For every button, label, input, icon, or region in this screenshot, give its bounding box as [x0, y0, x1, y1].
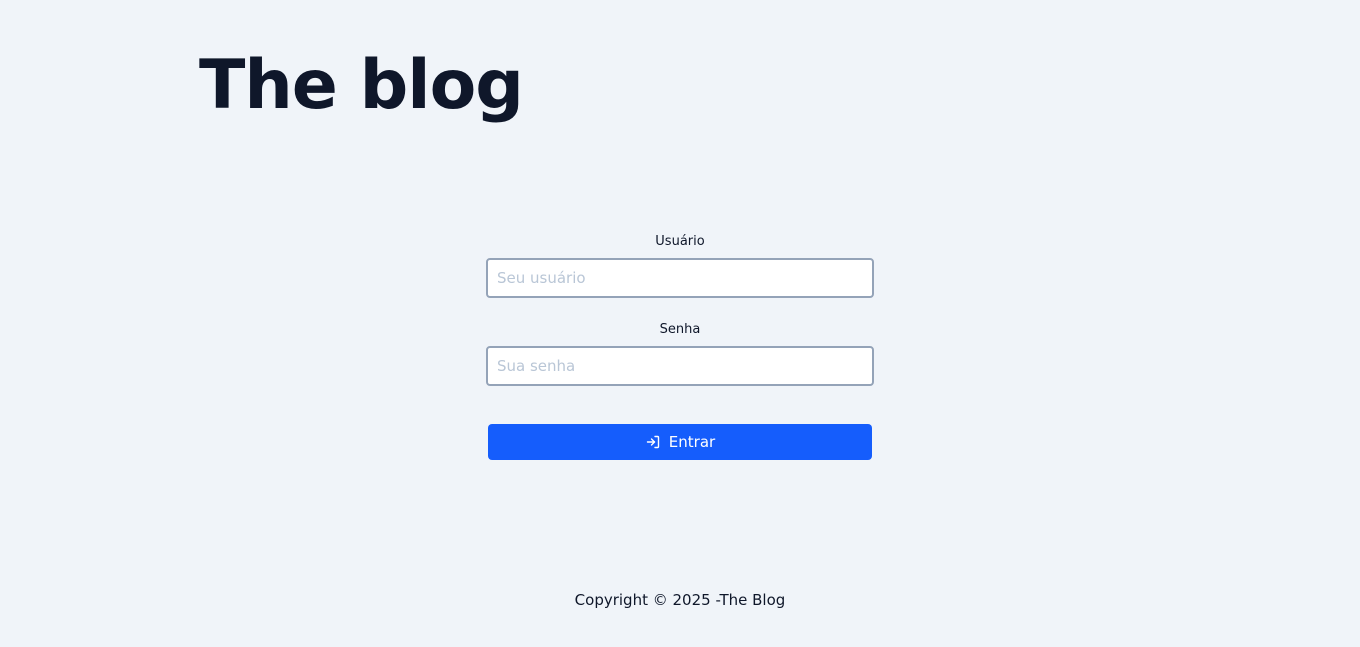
- log-in-icon: [645, 434, 661, 450]
- password-label: Senha: [659, 322, 701, 337]
- login-button[interactable]: Entrar: [488, 424, 872, 460]
- footer: Copyright © 2025 -The Blog: [0, 588, 1360, 612]
- login-button-label: Entrar: [668, 433, 716, 451]
- username-label: Usuário: [655, 234, 705, 249]
- copyright-text: Copyright © 2025 -The Blog: [574, 591, 786, 609]
- site-title-link[interactable]: The blog: [199, 44, 524, 128]
- username-input[interactable]: [486, 258, 874, 298]
- password-input[interactable]: [486, 346, 874, 386]
